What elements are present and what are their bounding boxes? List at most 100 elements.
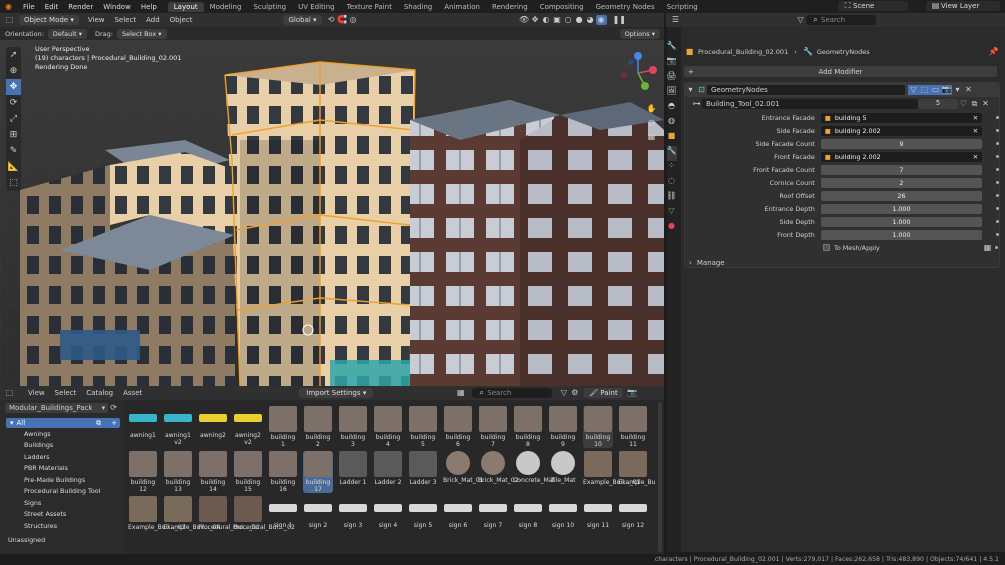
catalog-item[interactable]: Procedural Building Tool xyxy=(0,486,124,498)
output-tab-icon[interactable]: 🖨 xyxy=(666,71,677,86)
pan-hand-icon[interactable]: ✋ xyxy=(646,104,657,118)
pause-render-icon[interactable]: ❚❚ xyxy=(613,15,626,25)
asset-search[interactable]: ⌕ Search xyxy=(472,388,553,398)
asset-filter-icon[interactable]: ▽ xyxy=(558,388,569,398)
rotate-tool-icon[interactable]: ⟳ xyxy=(6,95,21,111)
asset-thumbnail[interactable]: awning1 xyxy=(128,406,158,439)
asset-thumbnail[interactable]: building 13 xyxy=(163,451,193,493)
animate-property-dot[interactable] xyxy=(996,129,999,132)
edit-mode-toggle-icon[interactable]: ▽ xyxy=(908,85,919,95)
number-field[interactable]: 9 xyxy=(820,138,983,149)
options-dropdown[interactable]: Options ▾ xyxy=(619,28,660,39)
manage-subpanel[interactable]: › Manage xyxy=(685,256,999,270)
asset-thumbnail[interactable]: sign 7 xyxy=(478,496,508,529)
render-tab-icon[interactable]: 📷 xyxy=(666,56,677,71)
cage-toggle-icon[interactable]: ⬚ xyxy=(919,85,930,95)
number-field[interactable]: 1.000 xyxy=(820,229,983,240)
asset-thumbnail[interactable]: awning1 v2 xyxy=(163,406,193,446)
object-tab-icon[interactable]: ■ xyxy=(666,131,677,146)
asset-scrollbar[interactable] xyxy=(658,402,662,552)
number-field[interactable]: 7 xyxy=(820,164,983,175)
collapse-chevron-icon[interactable]: ▾ xyxy=(685,85,696,95)
transform-tool-icon[interactable]: ⊞ xyxy=(6,127,21,143)
number-field[interactable]: 26 xyxy=(820,190,983,201)
navigation-gizmo[interactable] xyxy=(615,50,661,96)
number-field[interactable]: 1.000 xyxy=(820,203,983,214)
data-tab-icon[interactable]: ▽ xyxy=(666,206,677,221)
asset-thumbnail[interactable]: sign 2 xyxy=(303,496,333,529)
asset-thumbnail[interactable]: building 15 xyxy=(233,451,263,493)
proportional-edit-icon[interactable]: ◎ xyxy=(348,15,359,25)
asset-thumbnail[interactable]: Brick_Mat_01 xyxy=(443,451,484,484)
material-tab-icon[interactable]: ● xyxy=(666,221,677,236)
drag-dropdown[interactable]: Select Box ▾ xyxy=(116,28,167,39)
perspective-toggle-icon[interactable]: ▦ xyxy=(646,132,657,146)
viewport-menu-view[interactable]: View xyxy=(83,16,110,24)
measure-tool-icon[interactable]: 📐 xyxy=(6,159,21,175)
view-layer-selector[interactable]: ▤ View Layer xyxy=(926,1,1000,11)
asset-thumbnail[interactable]: Ladder 2 xyxy=(373,451,403,486)
tab-animation[interactable]: Animation xyxy=(438,2,486,12)
tab-layout[interactable]: Layout xyxy=(167,1,204,12)
modifier-menu-icon[interactable]: ▾ xyxy=(952,85,963,95)
asset-thumbnail[interactable]: building 9 xyxy=(548,406,578,448)
asset-thumbnail[interactable]: sign 12 xyxy=(618,496,648,529)
add-modifier-button[interactable]: + Add Modifier xyxy=(684,66,997,77)
asset-thumbnail[interactable]: Example_Buil..._01 xyxy=(583,451,641,486)
cursor-tool-icon[interactable]: ⊕ xyxy=(6,63,21,79)
animate-property-dot[interactable] xyxy=(996,233,999,236)
catalog-item[interactable]: Signs xyxy=(0,497,124,509)
catalog-item[interactable]: Pre-Made Buildings xyxy=(0,474,124,486)
tweak-tool-icon[interactable]: ➚ xyxy=(6,47,21,63)
gizmo-icon[interactable]: ✥ xyxy=(530,15,541,25)
asset-library-dropdown[interactable]: Modular_Buildings_Pack ▾ xyxy=(5,403,109,413)
display-mode-icon[interactable]: ▦ xyxy=(455,388,466,398)
orientation-dropdown[interactable]: Default ▾ xyxy=(47,28,87,39)
object-field[interactable]: ■ building 2.002 ✕ xyxy=(820,125,983,136)
camera-view-icon[interactable]: ◍ xyxy=(646,118,657,132)
asset-thumbnail[interactable]: building 11 xyxy=(618,406,648,448)
asset-thumbnail[interactable]: building 12 xyxy=(128,451,158,493)
shading-material-icon[interactable]: ◕ xyxy=(585,15,596,25)
asset-thumbnail[interactable]: Procedural_Bui..._02 xyxy=(233,496,295,531)
outliner-search[interactable]: ⌕ Search xyxy=(806,15,876,25)
animate-property-dot[interactable] xyxy=(996,116,999,119)
asset-thumbnail[interactable]: sign 8 xyxy=(513,496,543,529)
animate-property-dot[interactable] xyxy=(996,220,999,223)
asset-thumbnail[interactable]: building 2 xyxy=(303,406,333,448)
object-mode-dropdown[interactable]: Object Mode ▾ xyxy=(19,15,79,25)
asset-menu-select[interactable]: Select xyxy=(50,389,82,397)
shading-solid-icon[interactable]: ● xyxy=(574,15,585,25)
asset-thumbnail[interactable]: Ladder 3 xyxy=(408,451,438,486)
blender-logo-icon[interactable]: ◉ xyxy=(3,2,14,12)
asset-thumbnail[interactable]: awning2 xyxy=(198,406,228,439)
catalog-item[interactable]: Awnings xyxy=(0,428,124,440)
asset-thumbnail[interactable]: sign 10 xyxy=(548,496,578,529)
catalog-item[interactable]: PBR Materials xyxy=(0,463,124,475)
tab-rendering[interactable]: Rendering xyxy=(486,2,534,12)
tab-shading[interactable]: Shading xyxy=(398,2,438,12)
asset-thumbnail[interactable]: building 10 xyxy=(583,406,613,449)
annotate-tool-icon[interactable]: ✎ xyxy=(6,143,21,159)
catalog-item[interactable]: Ladders xyxy=(0,451,124,463)
viewport-menu-object[interactable]: Object xyxy=(165,16,198,24)
pivot-icon[interactable]: ⟲ xyxy=(326,15,337,25)
tab-texture-paint[interactable]: Texture Paint xyxy=(341,2,398,12)
editor-type-icon[interactable]: ⬚ xyxy=(4,15,15,25)
asset-thumbnail[interactable]: building 3 xyxy=(338,406,368,448)
node-tree-icon[interactable]: ⊶ xyxy=(691,99,702,109)
modifier-name-field[interactable]: GeometryNodes xyxy=(707,85,905,95)
asset-menu-catalog[interactable]: Catalog xyxy=(81,389,118,397)
particles-tab-icon[interactable]: ⁘ xyxy=(666,161,677,176)
object-field[interactable]: ■ building 5 ✕ xyxy=(820,112,983,123)
catalog-item[interactable]: Unassigned xyxy=(0,535,124,547)
number-field[interactable]: 1.000 xyxy=(820,216,983,227)
asset-menu-asset[interactable]: Asset xyxy=(118,389,147,397)
scene-selector[interactable]: ⛶ Scene xyxy=(838,1,908,11)
node-group-users[interactable]: 5 xyxy=(918,99,958,109)
tab-modeling[interactable]: Modeling xyxy=(204,2,248,12)
object-field[interactable]: ■ building 2.002 ✕ xyxy=(820,151,983,162)
asset-thumbnail[interactable]: Tile_Mat xyxy=(548,451,578,484)
to-mesh-checkbox[interactable] xyxy=(823,244,830,251)
transform-orientation-dropdown[interactable]: Global ▾ xyxy=(283,15,322,25)
